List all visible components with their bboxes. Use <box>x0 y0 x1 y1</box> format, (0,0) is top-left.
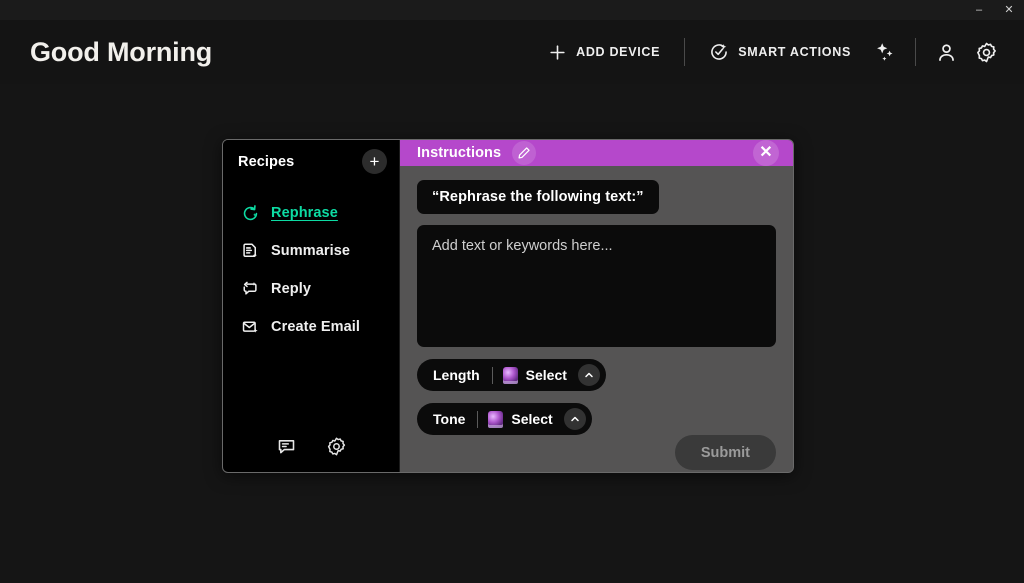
recipe-item-rephrase[interactable]: Rephrase <box>241 194 399 232</box>
recipe-item-reply[interactable]: Reply <box>241 270 399 308</box>
chat-bubble-icon[interactable] <box>274 434 298 458</box>
recipe-item-summarise[interactable]: Summarise <box>241 232 399 270</box>
tone-selector[interactable]: Tone Select <box>417 403 592 435</box>
plus-icon <box>548 43 567 62</box>
recipe-item-create-email[interactable]: Create Email <box>241 308 399 346</box>
keywords-input[interactable]: Add text or keywords here... <box>417 225 776 347</box>
submit-row: Submit <box>417 435 776 472</box>
instructions-pane: Instructions ✕ “Rephrase the following t… <box>400 140 793 472</box>
tone-label: Tone <box>433 411 466 427</box>
length-selector[interactable]: Length Select <box>417 359 606 391</box>
chevron-up-icon[interactable] <box>563 408 586 430</box>
recipes-sidebar: Recipes + Rephrase Summarise Reply Creat… <box>223 140 400 472</box>
sidebar-footer <box>223 420 399 472</box>
minimize-button[interactable]: – <box>964 0 994 20</box>
smart-actions-label: SMART ACTIONS <box>738 45 851 59</box>
document-sparkle-icon <box>241 242 260 261</box>
window-titlebar: – ✕ <box>0 0 1024 20</box>
envelope-sparkle-icon <box>241 318 260 337</box>
selector-divider <box>477 410 479 428</box>
settings-button[interactable] <box>966 32 1006 72</box>
app-window: – ✕ Good Morning ADD DEVICE SMART ACTION… <box>0 0 1024 583</box>
close-window-button[interactable]: ✕ <box>994 0 1024 20</box>
header-divider-2 <box>915 38 916 66</box>
tone-selector-row: Tone Select <box>417 403 776 435</box>
recipes-sidebar-header: Recipes + <box>223 140 399 183</box>
add-device-button[interactable]: ADD DEVICE <box>534 43 674 62</box>
length-selector-row: Length Select <box>417 359 776 391</box>
recipe-list: Rephrase Summarise Reply Create Email <box>223 183 399 420</box>
add-device-label: ADD DEVICE <box>576 45 661 59</box>
gem-icon <box>502 366 518 384</box>
tone-value: Select <box>511 411 553 427</box>
ai-sparkle-button[interactable] <box>865 32 905 72</box>
close-modal-button[interactable]: ✕ <box>753 140 779 166</box>
refresh-sparkle-icon <box>241 204 260 223</box>
submit-button[interactable]: Submit <box>674 435 776 470</box>
recipe-label: Summarise <box>271 243 351 259</box>
header-actions: ADD DEVICE SMART ACTIONS <box>534 20 1024 84</box>
chevron-up-icon[interactable] <box>577 364 600 386</box>
gem-icon <box>488 410 504 428</box>
instructions-body: “Rephrase the following text:” Add text … <box>400 166 793 472</box>
selector-divider <box>491 366 493 384</box>
instructions-title: Instructions <box>417 145 502 161</box>
recipes-modal: Recipes + Rephrase Summarise Reply Creat… <box>222 139 794 473</box>
recipe-label: Reply <box>271 281 311 297</box>
prompt-text: “Rephrase the following text:” <box>417 180 659 214</box>
length-value: Select <box>525 367 567 383</box>
header-divider-1 <box>684 38 686 66</box>
gear-icon[interactable] <box>324 434 348 458</box>
instructions-header: Instructions ✕ <box>400 140 793 166</box>
smart-actions-icon <box>709 42 729 62</box>
pencil-icon[interactable] <box>512 141 537 165</box>
recipes-title: Recipes <box>238 153 295 170</box>
length-label: Length <box>433 367 480 383</box>
app-header: Good Morning ADD DEVICE SMART ACTIONS <box>0 20 1024 84</box>
recipe-label: Rephrase <box>271 205 338 221</box>
add-recipe-button[interactable]: + <box>362 149 387 174</box>
recipe-label: Create Email <box>271 319 361 335</box>
page-title: Good Morning <box>30 36 213 67</box>
reply-sparkle-icon <box>241 280 260 299</box>
smart-actions-button[interactable]: SMART ACTIONS <box>695 42 865 62</box>
account-button[interactable] <box>926 32 966 72</box>
